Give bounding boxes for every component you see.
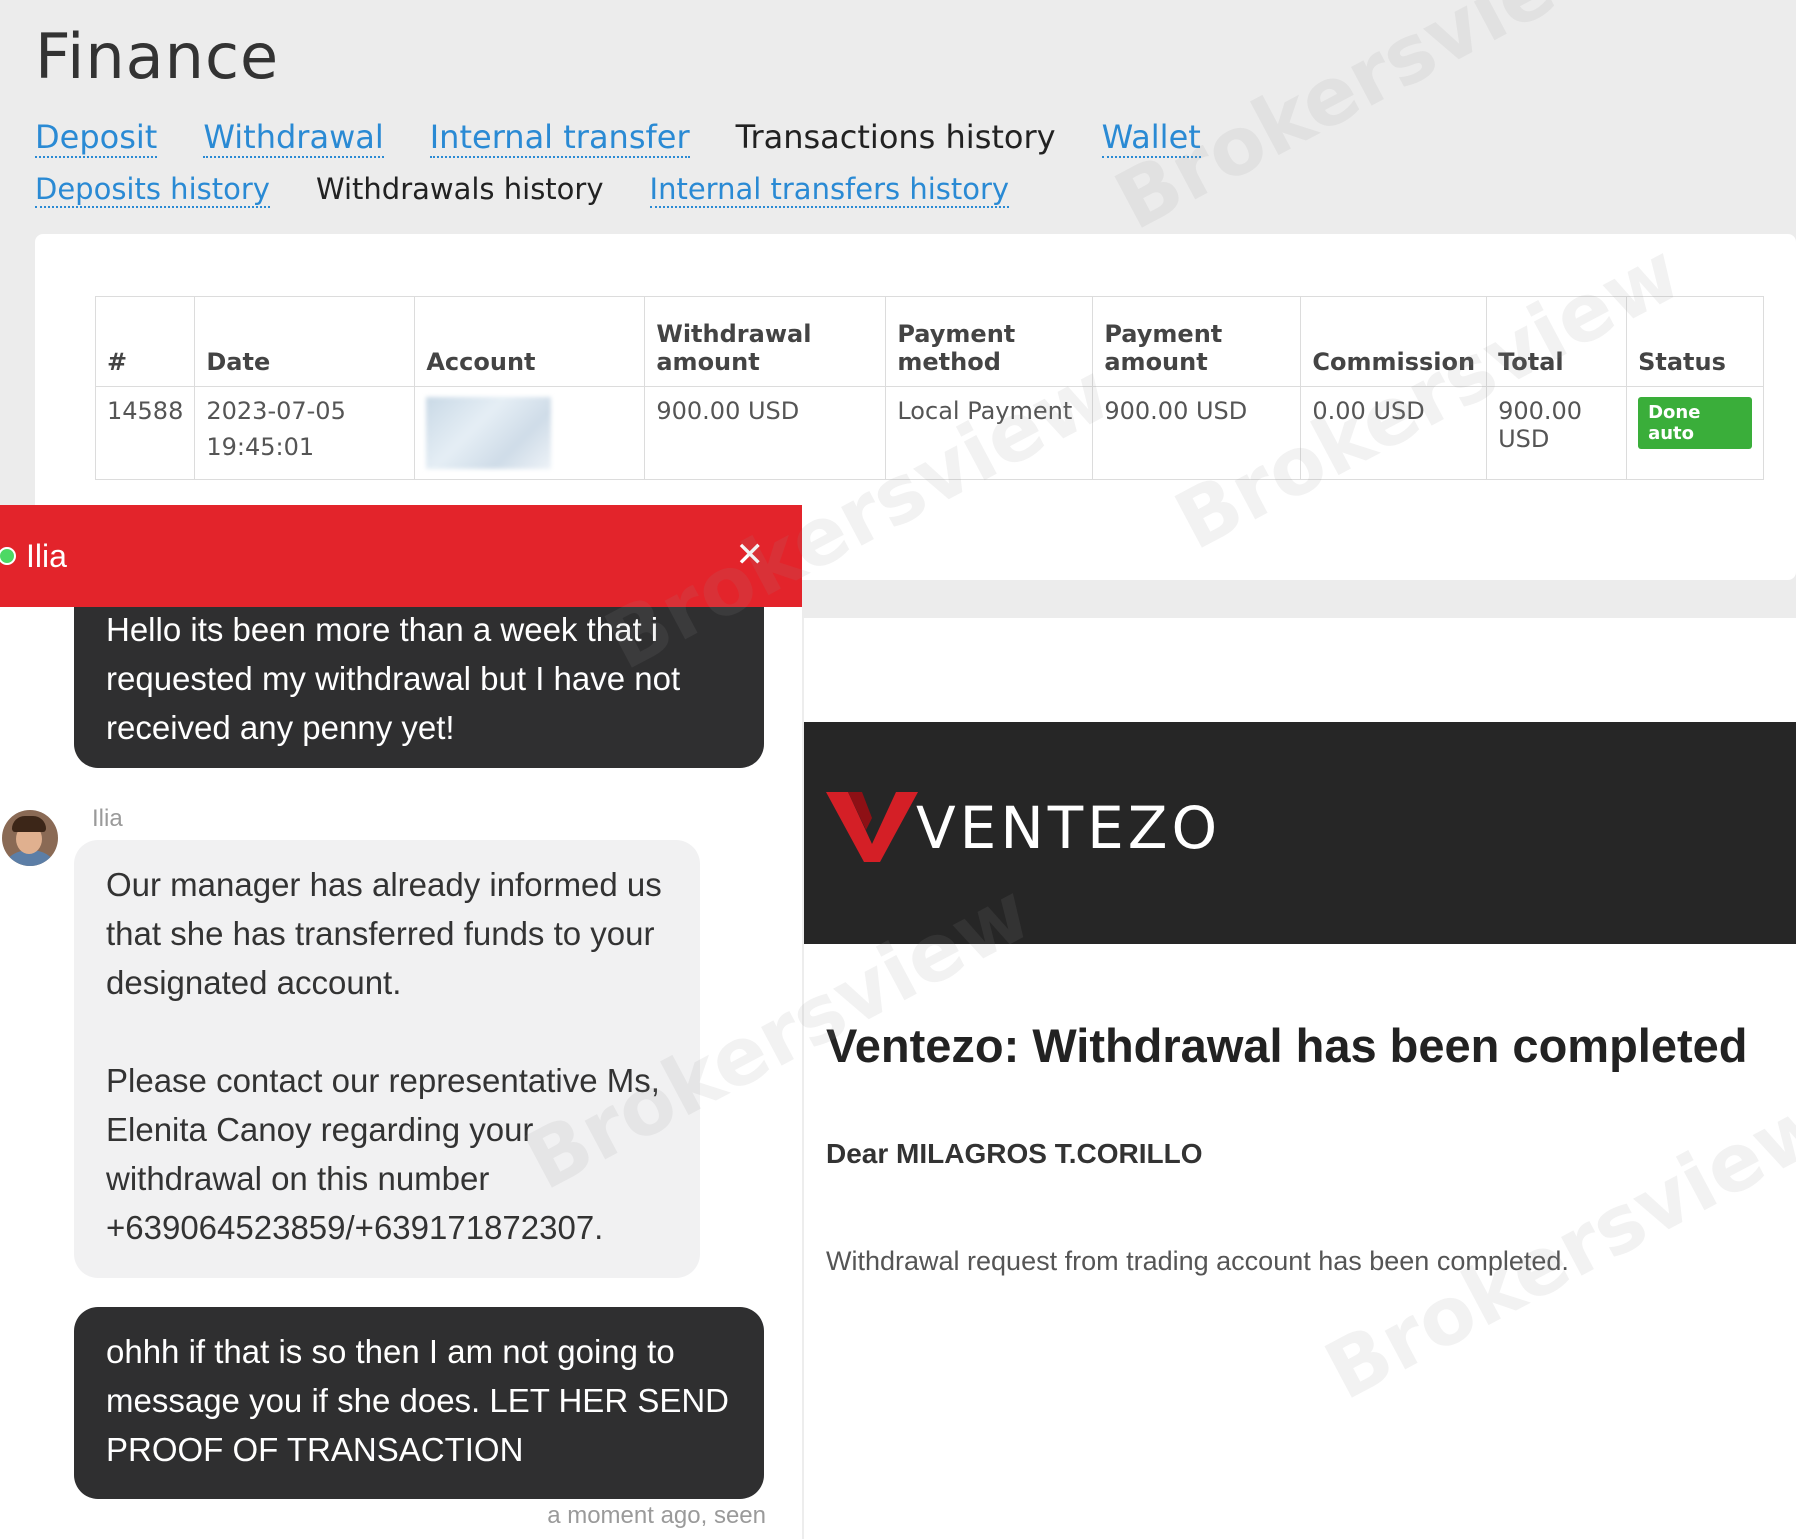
user-message-1: Hello its been more than a week that i r…	[74, 605, 764, 768]
cell-date: 2023-07-05 19:45:01	[194, 386, 416, 480]
cell-status: Done auto	[1626, 386, 1765, 480]
subtab-deposits-history[interactable]: Deposits history	[35, 172, 270, 208]
tab-internal-transfer[interactable]: Internal transfer	[429, 118, 690, 158]
cell-account	[414, 386, 646, 480]
cell-date-time: 19:45:01	[206, 433, 315, 461]
user-message-2: ohhh if that is so then I am not going t…	[74, 1307, 764, 1499]
ventezo-logo-icon	[826, 792, 918, 862]
close-icon[interactable]: ✕	[736, 535, 765, 575]
seen-status: a moment ago, seen	[547, 1502, 766, 1529]
message-text-paragraph-2: Please contact our representative Ms, El…	[106, 1062, 660, 1246]
status-badge: Done auto	[1638, 397, 1753, 449]
col-header-payment-method: Payment method	[885, 296, 1094, 387]
cell-payment-amount: 900.00 USD	[1092, 386, 1302, 480]
tab-withdrawal[interactable]: Withdrawal	[203, 118, 384, 158]
col-header-total: Total	[1486, 296, 1628, 387]
col-header-withdrawal-amount: Withdrawal amount	[644, 296, 887, 387]
tab-wallet[interactable]: Wallet	[1101, 118, 1201, 158]
chat-header: Ilia ✕	[0, 505, 802, 607]
email-banner: VENTEZO	[804, 722, 1796, 944]
finance-tabs: Deposit Withdrawal Internal transfer Tra…	[35, 118, 1247, 158]
message-text: ohhh if that is so then I am not going t…	[106, 1333, 730, 1468]
email-heading: Ventezo: Withdrawal has been completed	[826, 1019, 1748, 1072]
transactions-table: # Date Account Withdrawal amount Payment…	[94, 296, 1765, 480]
cell-id: 14588	[94, 386, 196, 480]
account-redacted	[426, 397, 552, 469]
cell-payment-method: Local Payment	[885, 386, 1094, 480]
subtab-internal-transfers-history[interactable]: Internal transfers history	[649, 172, 1010, 208]
table-row: 14588 2023-07-05 19:45:01 900.00 USD Loc…	[94, 386, 1765, 480]
chat-widget: Hello its been more than a week that i r…	[0, 505, 802, 1539]
agent-avatar	[2, 810, 58, 866]
history-subtabs: Deposits history Withdrawals history Int…	[35, 172, 1055, 208]
online-status-icon	[0, 547, 16, 565]
page-title: Finance	[35, 20, 280, 93]
tab-deposit[interactable]: Deposit	[35, 118, 158, 158]
col-header-commission: Commission	[1300, 296, 1488, 387]
chat-agent-name: Ilia	[26, 537, 67, 574]
email-greeting: Dear MILAGROS T.CORILLO	[826, 1138, 1203, 1169]
email-body: Withdrawal request from trading account …	[826, 1246, 1569, 1276]
message-text: Hello its been more than a week that i r…	[106, 611, 681, 746]
table-header-row: # Date Account Withdrawal amount Payment…	[94, 296, 1765, 387]
cell-date-day: 2023-07-05	[206, 397, 346, 425]
brand-name: VENTEZO	[916, 794, 1222, 862]
tab-transactions-history[interactable]: Transactions history	[736, 118, 1056, 156]
col-header-status: Status	[1626, 296, 1765, 387]
cell-commission: 0.00 USD	[1300, 386, 1488, 480]
email-notification: VENTEZO Ventezo: Withdrawal has been com…	[802, 618, 1796, 1539]
subtab-withdrawals-history[interactable]: Withdrawals history	[316, 172, 604, 206]
col-header-id: #	[94, 296, 196, 387]
message-text-paragraph-1: Our manager has already informed us that…	[106, 866, 662, 1001]
col-header-payment-amount: Payment amount	[1092, 296, 1302, 387]
cell-withdrawal-amount: 900.00 USD	[644, 386, 887, 480]
col-header-date: Date	[194, 296, 416, 387]
message-sender: Ilia	[92, 805, 123, 832]
col-header-account: Account	[414, 296, 646, 387]
agent-message: Our manager has already informed us that…	[74, 840, 700, 1278]
cell-total: 900.00 USD	[1486, 386, 1628, 480]
